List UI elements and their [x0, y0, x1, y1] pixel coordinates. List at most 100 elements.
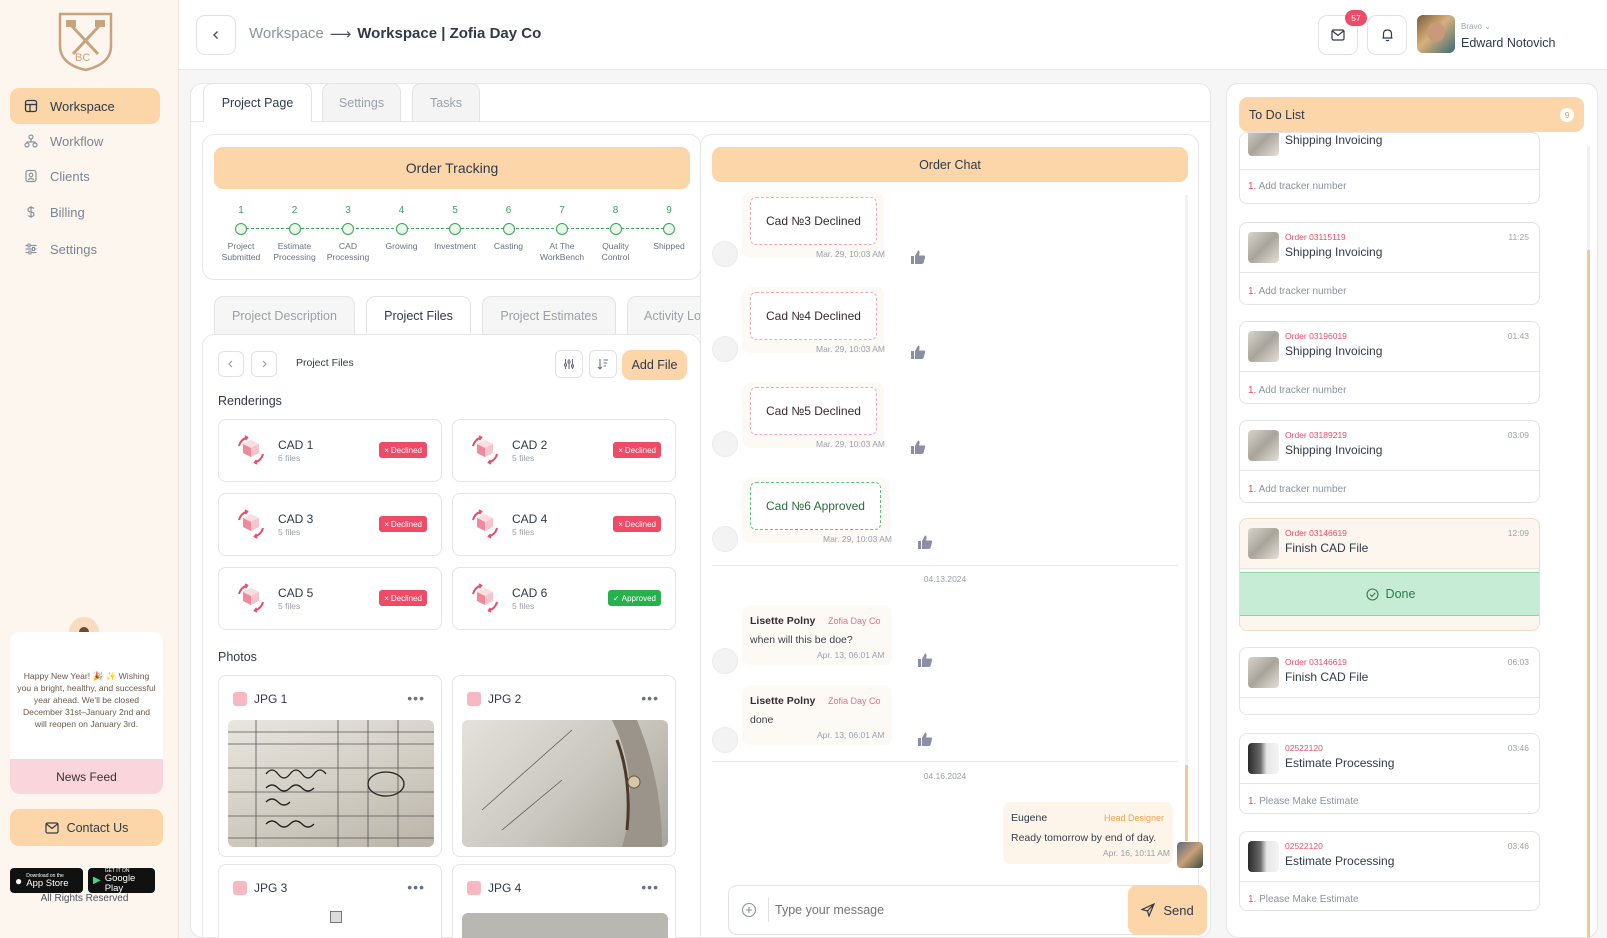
user-role[interactable]: Bravo ⌄: [1461, 22, 1491, 31]
subtask-number: 1.: [1248, 894, 1257, 905]
photo-thumbnail[interactable]: [330, 911, 342, 923]
step-number: 8: [612, 205, 619, 216]
subtab-project-description[interactable]: Project Description: [214, 296, 355, 335]
tab-tasks[interactable]: Tasks: [412, 83, 480, 121]
date-separator: 04.16.2024: [923, 771, 967, 781]
chat-scrollbar-thumb[interactable]: [1185, 765, 1188, 841]
sort-button[interactable]: [589, 350, 617, 378]
order-number: 02522120: [1285, 841, 1323, 851]
thumbs-up-icon[interactable]: [917, 534, 933, 550]
thumbs-up-icon[interactable]: [917, 731, 933, 747]
cad-rendering-card[interactable]: CAD 35 files × Declined: [218, 493, 442, 556]
todo-title: Finish CAD File: [1285, 670, 1369, 684]
todo-scrollbar-thumb[interactable]: [1587, 250, 1590, 938]
photo-name: JPG 1: [254, 692, 288, 706]
more-icon[interactable]: •••: [407, 690, 425, 706]
cad-rendering-card[interactable]: CAD 25 files × Declined: [452, 419, 676, 482]
photo-card[interactable]: JPG 3 •••: [218, 864, 442, 938]
breadcrumb-root[interactable]: Workspace: [249, 25, 324, 43]
back-button[interactable]: [196, 15, 236, 55]
news-text: Happy New Year! 🎉 ✨ Wishing you a bright…: [17, 671, 156, 729]
nav-workflow[interactable]: Workflow: [10, 123, 160, 159]
step-label: At The WorkBench: [539, 241, 585, 262]
cad-rendering-card[interactable]: CAD 65 files ✓ Approved: [452, 567, 676, 630]
thumbs-up-icon[interactable]: [917, 652, 933, 668]
tab-settings[interactable]: Settings: [322, 83, 401, 121]
order-chat-title: Order Chat: [712, 147, 1188, 182]
photo-card[interactable]: JPG 4 •••: [452, 864, 676, 938]
subtab-project-estimates[interactable]: Project Estimates: [482, 296, 616, 335]
nav-workspace[interactable]: Workspace: [10, 88, 160, 124]
more-icon[interactable]: •••: [641, 879, 659, 895]
nav-clients[interactable]: Clients: [10, 158, 160, 194]
todo-item[interactable]: Order 03146619 Finish CAD File 12:09 Done: [1239, 518, 1540, 631]
step-number: 2: [291, 205, 298, 216]
todo-item[interactable]: Order 03115119 Shipping Invoicing 11:25 1. …: [1239, 222, 1540, 305]
google-play-badge[interactable]: ▶ GET IT ON Google Play: [88, 868, 155, 893]
subtask-number: 1.: [1248, 286, 1257, 297]
messages-button[interactable]: 57: [1318, 10, 1367, 55]
done-button[interactable]: Done: [1240, 572, 1539, 616]
more-icon[interactable]: •••: [407, 879, 425, 895]
todo-item[interactable]: Order 03189219 Shipping Invoicing 03:09 1. …: [1239, 420, 1540, 503]
user-avatar[interactable]: [1417, 15, 1455, 53]
tab-project-page[interactable]: Project Page: [203, 83, 312, 122]
files-prev-button[interactable]: [218, 351, 244, 377]
news-feed-button[interactable]: News Feed: [10, 759, 163, 794]
nav-settings[interactable]: Settings: [10, 231, 160, 267]
chat-message-input[interactable]: [775, 898, 1120, 922]
cad-status-message: Cad №5 Declined: [750, 387, 877, 435]
play-icon: ▶: [93, 875, 101, 886]
photo-card[interactable]: JPG 1 •••: [218, 675, 442, 857]
subtab-activity-log[interactable]: Activity Lo: [627, 296, 701, 335]
cad-rendering-card[interactable]: CAD 45 files × Declined: [452, 493, 676, 556]
thumbs-up-icon[interactable]: [910, 344, 926, 360]
contact-us-button[interactable]: Contact Us: [10, 809, 163, 846]
filter-button[interactable]: [555, 350, 583, 378]
photo-thumbnail[interactable]: [462, 913, 668, 938]
thumbs-up-icon[interactable]: [910, 249, 926, 265]
message-time: Mar. 29, 10:03 AM: [816, 439, 885, 449]
chat-scrollbar[interactable]: [1185, 195, 1188, 841]
cad-file-count: 5 files: [278, 527, 301, 537]
close-icon: ×: [384, 519, 389, 529]
cad-status-message: Cad №4 Declined: [750, 292, 877, 340]
message-company: Zofia Day Co: [828, 696, 881, 706]
send-button[interactable]: Send: [1128, 885, 1207, 935]
files-next-button[interactable]: [251, 351, 277, 377]
avatar: [712, 648, 738, 674]
add-attachment-icon[interactable]: [741, 902, 757, 918]
app-store-badge[interactable]: ● Download on the App Store: [10, 868, 83, 893]
company-logo[interactable]: BC: [58, 12, 113, 72]
step-label: Quality Control: [601, 241, 630, 262]
avatar: [712, 241, 738, 267]
todo-divider: [1240, 371, 1539, 372]
tracking-step: 2 Estimate Processing: [267, 205, 323, 263]
add-file-button[interactable]: Add File: [622, 350, 687, 380]
todo-item[interactable]: 02522120 Estimate Processing 03:46 1. Pleas…: [1239, 831, 1540, 911]
notifications-button[interactable]: [1367, 15, 1407, 55]
more-icon[interactable]: •••: [641, 690, 659, 706]
cad-cube-icon: [469, 434, 501, 466]
image-icon: [233, 692, 247, 706]
avatar: [712, 526, 738, 552]
photo-thumbnail-sketch-with-ring[interactable]: [462, 720, 668, 847]
todo-time: 12:09: [1507, 528, 1529, 538]
todo-item[interactable]: Order 03196019 Shipping Invoicing 01:43 1. …: [1239, 321, 1540, 404]
apple-icon: ●: [15, 873, 23, 888]
nav-billing[interactable]: Billing: [10, 194, 160, 230]
todo-item[interactable]: 02522120 Estimate Processing 03:46 1. Pleas…: [1239, 733, 1540, 814]
cad-rendering-card[interactable]: CAD 16 files × Declined: [218, 419, 442, 482]
order-thumbnail: [1248, 232, 1279, 263]
subtab-project-files[interactable]: Project Files: [366, 296, 471, 335]
todo-item[interactable]: Order 03146619 Finish CAD File 06:03: [1239, 647, 1540, 715]
photo-card[interactable]: JPG 2 •••: [452, 675, 676, 857]
cad-file-count: 6 files: [278, 453, 301, 463]
thumbs-up-icon[interactable]: [910, 439, 926, 455]
photo-thumbnail-handwritten-form[interactable]: [228, 720, 434, 847]
cad-rendering-card[interactable]: CAD 55 files × Declined: [218, 567, 442, 630]
order-thumbnail: [1248, 657, 1279, 688]
todo-item[interactable]: Shipping Invoicing 1. Add tracker number: [1239, 132, 1540, 204]
chat-message: Lisette Polny Zofia Day Co when will thi…: [742, 605, 892, 665]
todo-title: Finish CAD File: [1285, 541, 1369, 555]
